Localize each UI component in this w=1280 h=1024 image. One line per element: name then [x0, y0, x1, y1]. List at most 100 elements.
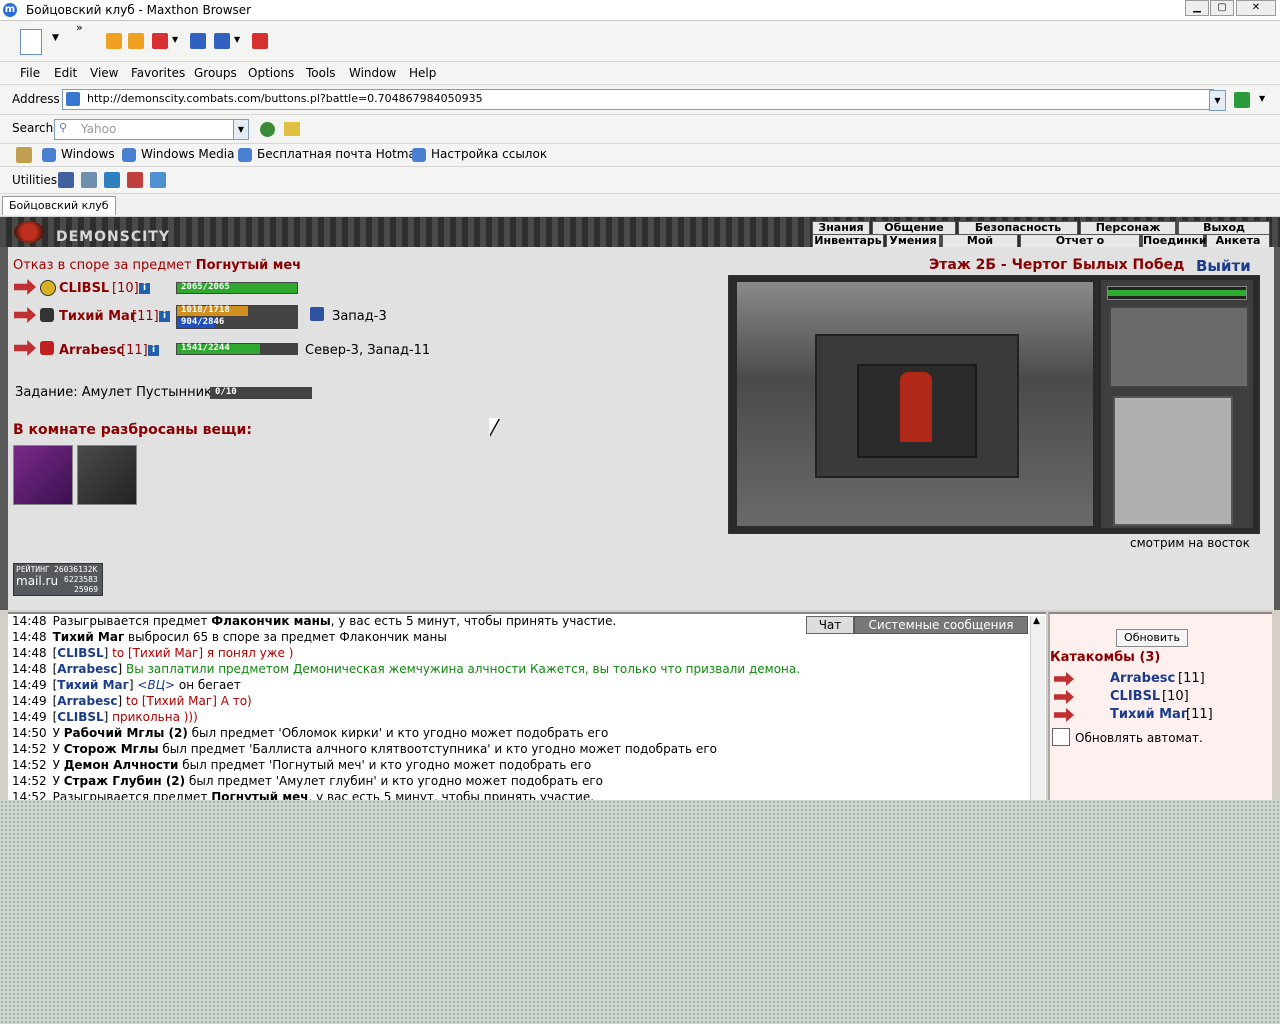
room-member-name[interactable]: CLIBSL	[1110, 689, 1160, 704]
minimap[interactable]	[1113, 396, 1233, 526]
attack-icon[interactable]	[14, 340, 36, 356]
attack-icon[interactable]	[1054, 690, 1074, 704]
plugin-icon[interactable]	[150, 172, 166, 188]
nav-battles[interactable]: Поединки	[1142, 234, 1207, 248]
auto-refresh-checkbox[interactable]	[1052, 728, 1070, 746]
menu-help[interactable]: Help	[409, 66, 436, 80]
tab-fight-club[interactable]: Бойцовский клуб	[2, 196, 116, 215]
monster-figure-icon[interactable]	[900, 372, 932, 442]
stop-dropdown-chevron-icon[interactable]: ▼	[172, 35, 178, 44]
chat-time: 14:48	[12, 662, 47, 676]
menu-edit[interactable]: Edit	[54, 66, 77, 80]
chat-message: to [Тихий Маг] я понял уже )	[112, 646, 294, 660]
notepad-icon[interactable]	[104, 172, 120, 188]
link-hotmail[interactable]: Бесплатная почта Hotmail	[257, 147, 423, 161]
dispute-text: Отказ в споре за предмет	[13, 258, 192, 273]
nav-my-scroll[interactable]: Мой Скролл	[942, 234, 1018, 259]
dungeon-scene[interactable]	[737, 282, 1093, 526]
bent-sword-item-icon[interactable]	[13, 445, 73, 505]
attack-icon[interactable]	[1054, 708, 1074, 722]
attack-icon[interactable]	[14, 307, 36, 323]
chat-sender[interactable]: CLIBSL	[57, 646, 103, 660]
menu-file[interactable]: File	[20, 66, 40, 80]
chat-sender[interactable]: Arrabesc	[57, 662, 117, 676]
screen-capture-icon[interactable]	[58, 172, 74, 188]
forward-icon[interactable]	[128, 33, 144, 49]
restore-dropdown-chevron-icon[interactable]: ▼	[234, 35, 240, 44]
room-member-name[interactable]: Тихий Маг	[1110, 707, 1188, 722]
search-input[interactable]: ⚲ Yahoo	[54, 119, 236, 140]
player-tihiy-mag-name[interactable]: Тихий Маг	[59, 309, 137, 324]
link-customize[interactable]: Настройка ссылок	[431, 147, 547, 161]
links-folder-icon[interactable]	[16, 147, 32, 163]
cleaner-icon[interactable]	[127, 172, 143, 188]
stamina-bar	[1107, 286, 1247, 300]
stop-icon[interactable]	[152, 33, 168, 49]
player-arrabesc-info-icon[interactable]: i	[148, 345, 159, 356]
nav-inventory[interactable]: Инвентарь	[812, 234, 884, 248]
chat-line: 14:50 У Рабочий Мглы (2) был предмет 'Обл…	[12, 726, 608, 740]
new-page-icon[interactable]	[20, 29, 42, 55]
nav-profile[interactable]: Анкета	[1206, 234, 1270, 248]
tab-chat[interactable]: Чат	[806, 616, 854, 634]
minimize-button[interactable]: ▁	[1185, 0, 1209, 16]
tab-system-messages[interactable]: Системные сообщения	[854, 616, 1028, 634]
nav-skills[interactable]: Умения	[886, 234, 940, 248]
chat-scrollbar[interactable]: ▲	[1030, 616, 1045, 800]
exit-link[interactable]: Выйти	[1196, 257, 1251, 275]
player-clibsl-name[interactable]: CLIBSL	[59, 281, 109, 296]
player-arrabesc-level: [11]	[121, 343, 148, 358]
player-clibsl-info-icon[interactable]: i	[139, 283, 150, 294]
player-tihiy-mag-info-icon[interactable]: i	[159, 311, 170, 322]
new-dropdown-chevron-icon[interactable]: ▼	[52, 33, 59, 43]
mailru-rating-counter[interactable]: РЕЙТИНГ 26036132K mail.ru 6223583 25969	[13, 563, 103, 596]
chat-sender[interactable]: Тихий Маг	[57, 678, 129, 692]
minimize-tab-icon[interactable]	[190, 33, 206, 49]
movement-controls[interactable]	[1109, 306, 1249, 388]
menu-view[interactable]: View	[90, 66, 118, 80]
player-arrabesc-name[interactable]: Arrabesc	[59, 343, 124, 358]
restore-tab-icon[interactable]	[214, 33, 230, 49]
hp-text: 2065/2065	[181, 282, 230, 292]
menu-options[interactable]: Options	[248, 66, 294, 80]
close-window-button[interactable]: ✕	[1236, 0, 1276, 16]
toolbar-overflow-icon[interactable]: »	[76, 21, 83, 34]
room-member-name[interactable]: Arrabesc	[1110, 671, 1175, 686]
nav-character[interactable]: Персонаж	[1080, 221, 1176, 235]
menu-groups[interactable]: Groups	[194, 66, 237, 80]
menu-favorites[interactable]: Favorites	[131, 66, 185, 80]
back-icon[interactable]	[106, 33, 122, 49]
menu-tools[interactable]: Tools	[306, 66, 336, 80]
chat-line: 14:49 [CLIBSL] прикольна )))	[12, 710, 198, 724]
logo-text: DEMONSCITY	[56, 229, 170, 245]
search-engine-chevron-icon[interactable]: ▼	[233, 119, 249, 140]
go-dropdown-chevron-icon[interactable]: ▼	[1259, 94, 1265, 103]
chat-sender[interactable]: Arrabesc	[57, 694, 117, 708]
web-search-globe-icon[interactable]	[260, 122, 275, 137]
nav-exit[interactable]: Выход	[1178, 221, 1270, 235]
address-input[interactable]: http://demonscity.combats.com/buttons.pl…	[62, 89, 1214, 110]
address-dropdown-chevron-icon[interactable]: ▼	[1209, 90, 1226, 111]
chat-line: 14:49 [Arrabesc] to [Тихий Маг] А то)	[12, 694, 252, 708]
link-windows[interactable]: Windows	[61, 147, 115, 161]
nav-communication[interactable]: Общение	[872, 221, 956, 235]
dispute-item[interactable]: Погнутый меч	[196, 258, 301, 273]
go-arrow-icon[interactable]	[1234, 92, 1250, 108]
nav-security[interactable]: Безопасность	[958, 221, 1078, 235]
nav-knowledge[interactable]: Знания	[812, 221, 870, 235]
refresh-button[interactable]: Обновить	[1116, 629, 1188, 647]
nav-transfer-report[interactable]: Отчет о переводах	[1020, 234, 1140, 259]
amulet-item-icon[interactable]	[77, 445, 137, 505]
menu-window[interactable]: Window	[349, 66, 396, 80]
scroll-up-icon[interactable]: ▲	[1033, 616, 1040, 626]
address-bar: Address http://demonscity.combats.com/bu…	[0, 85, 1280, 115]
attack-icon[interactable]	[14, 279, 36, 295]
close-tab-icon[interactable]	[252, 33, 268, 49]
attack-icon[interactable]	[1054, 672, 1074, 686]
maximize-button[interactable]: ▢	[1210, 0, 1234, 16]
chat-sender[interactable]: CLIBSL	[57, 710, 103, 724]
link-windows-media[interactable]: Windows Media	[141, 147, 234, 161]
rating-label: РЕЙТИНГ	[16, 565, 50, 574]
highlight-pen-icon[interactable]	[284, 122, 300, 136]
window-icon[interactable]	[81, 172, 97, 188]
